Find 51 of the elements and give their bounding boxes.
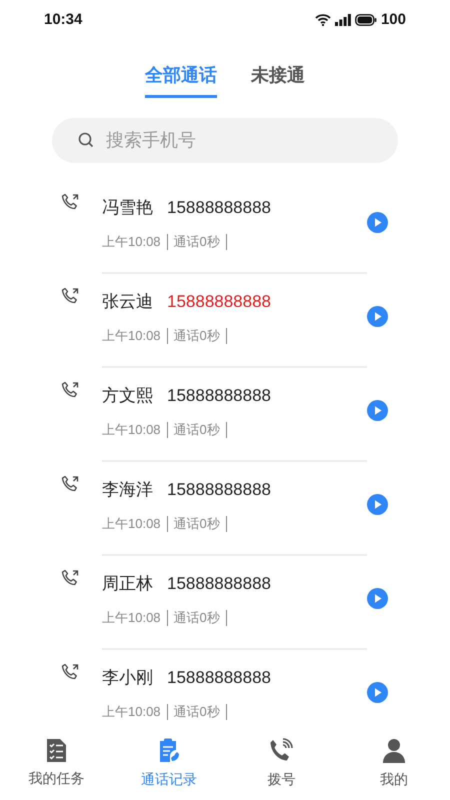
phone-outgoing-icon <box>60 662 80 682</box>
contact-name: 李小刚 <box>102 667 153 690</box>
search-field[interactable]: 搜索手机号 <box>52 118 398 163</box>
contact-name: 周正林 <box>102 573 153 596</box>
phone-outgoing-icon <box>60 474 80 494</box>
play-button[interactable] <box>367 494 388 514</box>
phone-number: 15888888888 <box>167 573 272 596</box>
nav-tab[interactable]: 通话记录 <box>112 730 225 800</box>
call-time: 上午10:08 <box>102 328 168 344</box>
status-time: 10:34 <box>44 10 82 30</box>
nav-tab[interactable]: 我的任务 <box>0 730 112 800</box>
call-duration: 通话0秒 <box>168 234 227 250</box>
phone-outgoing-icon <box>60 380 80 400</box>
call-duration: 通话0秒 <box>168 328 227 344</box>
play-button[interactable] <box>367 212 388 232</box>
phone-number: 15888888888 <box>167 291 272 314</box>
call-time: 上午10:08 <box>102 422 168 438</box>
checklist-icon <box>45 738 68 763</box>
phone-outgoing-icon <box>60 286 80 306</box>
phone-number: 15888888888 <box>167 197 272 220</box>
call-duration: 通话0秒 <box>168 516 227 532</box>
call-time: 上午10:08 <box>102 516 168 532</box>
play-button[interactable] <box>367 682 388 702</box>
tab[interactable]: 未接通 <box>251 62 305 98</box>
call-time: 上午10:08 <box>102 704 168 720</box>
nav-tab[interactable]: 我的 <box>338 730 450 800</box>
tab[interactable]: 全部通话 <box>145 62 217 98</box>
phone-number: 15888888888 <box>167 385 272 408</box>
phone-number: 15888888888 <box>167 479 272 502</box>
call-time: 上午10:08 <box>102 610 168 626</box>
search-icon <box>78 132 94 148</box>
call-duration: 通话0秒 <box>168 704 227 720</box>
nav-tab[interactable]: 拨号 <box>225 730 338 800</box>
contact-name: 方文熙 <box>102 385 153 408</box>
person-icon <box>382 738 406 764</box>
play-button[interactable] <box>367 400 388 420</box>
contact-name: 张云迪 <box>102 291 153 314</box>
signal-icon <box>334 14 351 26</box>
call-duration: 通话0秒 <box>168 422 227 438</box>
play-button[interactable] <box>367 306 388 326</box>
battery-icon <box>354 14 377 26</box>
phone-outgoing-icon <box>60 192 80 212</box>
contact-name: 冯雪艳 <box>102 197 153 220</box>
call-time: 上午10:08 <box>102 234 168 250</box>
phone-outgoing-icon <box>60 568 80 588</box>
call-duration: 通话0秒 <box>168 610 227 626</box>
phone-number: 15888888888 <box>167 667 272 690</box>
wifi-icon <box>314 14 331 26</box>
contact-name: 李海洋 <box>102 479 153 502</box>
battery-level: 100 <box>380 10 406 30</box>
play-button[interactable] <box>367 588 388 608</box>
